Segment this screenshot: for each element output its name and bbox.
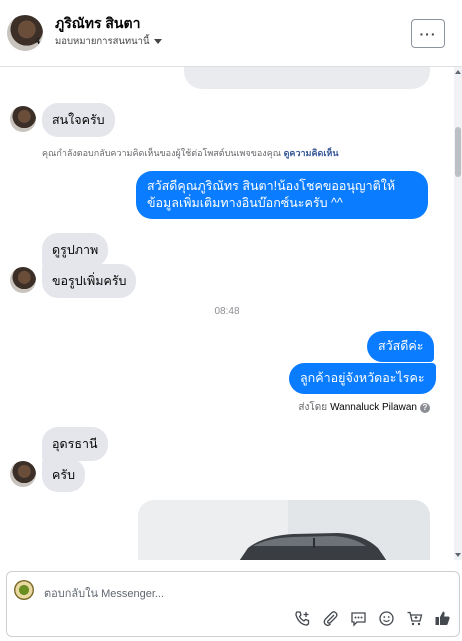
outgoing-message: ลูกค้าอยู่จังหวัดอะไรคะ (289, 363, 436, 394)
assign-conversation-label: มอบหมายการสนทนานี้ (55, 36, 150, 47)
incoming-message: อุดรธานี (42, 427, 108, 461)
scrollbar[interactable] (454, 67, 462, 560)
view-comment-link[interactable]: ดูความคิดเห็น (284, 148, 339, 158)
incoming-message: ครับ (42, 458, 86, 492)
reply-context-note: คุณกำลังตอบกลับความคิดเห็นของผู้ใช้ต่อโพ… (42, 146, 339, 160)
sender-avatar (10, 106, 36, 132)
reply-input[interactable]: ตอบกลับใน Messenger... (44, 584, 164, 602)
quick-reply-icon[interactable] (350, 610, 367, 627)
sent-by-label: ส่งโดย Wannaluck Pilawan ? (298, 400, 430, 415)
incoming-message: สนใจครับ (42, 103, 115, 137)
message-thread[interactable]: สนใจครับ คุณกำลังตอบกลับความคิดเห็นของผู… (0, 67, 454, 560)
attachment-icon[interactable] (322, 610, 339, 627)
thumbs-up-icon[interactable] (434, 610, 451, 627)
incoming-message: ขอรูปเพิ่มครับ (42, 264, 137, 298)
more-options-button[interactable]: ··· (411, 19, 445, 48)
phone-add-icon[interactable] (294, 610, 311, 627)
assign-conversation-dropdown[interactable]: มอบหมายการสนทนานี้ (55, 34, 162, 49)
contact-name[interactable]: ภูริณัทร สินตา (55, 13, 140, 35)
timestamp: 08:48 (214, 306, 240, 317)
cart-icon[interactable] (406, 610, 423, 627)
conversation-header: 4 ภูริณัทร สินตา มอบหมายการสนทนานี้ ··· (0, 0, 462, 67)
scrollbar-thumb[interactable] (455, 127, 461, 177)
caret-down-icon (153, 39, 162, 44)
composer-toolbar (294, 610, 451, 627)
previous-attachment-card (184, 67, 430, 89)
avatar-badge: 4 (34, 36, 40, 46)
outgoing-message: สวัสดีคุณภูริณัทร สินตา!น้องโชคขออนุญาติ… (136, 171, 428, 219)
incoming-message: ดูรูปภาพ (42, 233, 109, 267)
scroll-down-arrow-icon[interactable] (455, 553, 461, 557)
car-photo-attachment[interactable] (138, 500, 430, 560)
outgoing-message: สวัสดีค่ะ (367, 331, 435, 362)
scroll-up-arrow-icon[interactable] (455, 70, 461, 74)
page-avatar (14, 580, 34, 600)
sent-by-name: Wannaluck Pilawan (330, 402, 417, 413)
sender-avatar (10, 461, 36, 487)
message-composer: ตอบกลับใน Messenger... (6, 571, 460, 637)
contact-avatar[interactable]: 4 (7, 15, 43, 51)
sent-by-prefix: ส่งโดย (298, 402, 328, 413)
reply-context-text: คุณกำลังตอบกลับความคิดเห็นของผู้ใช้ต่อโพ… (42, 148, 282, 158)
sender-avatar (10, 267, 36, 293)
help-icon[interactable]: ? (420, 402, 430, 413)
car-photo-image (138, 500, 430, 560)
emoji-icon[interactable] (378, 610, 395, 627)
